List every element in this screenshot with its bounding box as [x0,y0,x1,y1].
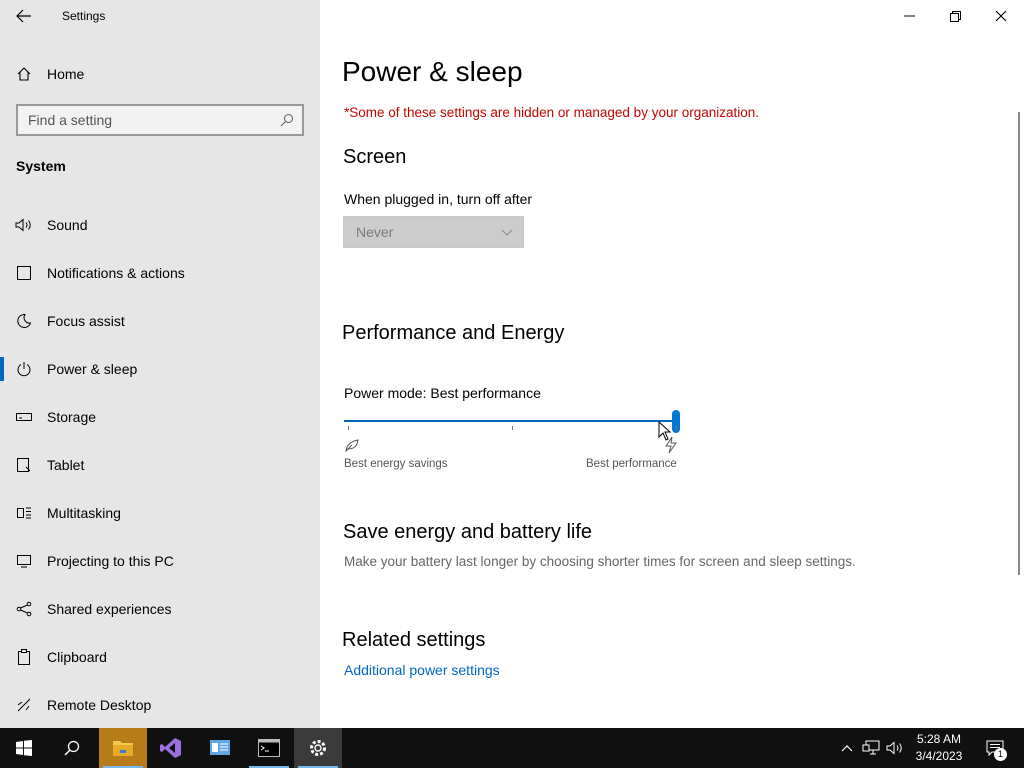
notification-badge: 1 [994,748,1007,761]
slider-tick [512,426,513,430]
sidebar-item-label: Remote Desktop [47,697,152,713]
command-prompt-icon [258,739,280,757]
org-managed-note: *Some of these settings are hidden or ma… [344,105,760,120]
sidebar-item-label: Multitasking [47,505,121,521]
sidebar-item-notifications[interactable]: Notifications & actions [0,249,320,297]
sidebar-item-label: Tablet [47,457,85,473]
multitasking-icon [0,505,47,521]
sidebar-item-label: Power & sleep [47,361,138,377]
sidebar-item-focus-assist[interactable]: Focus assist [0,297,320,345]
related-settings-heading: Related settings [342,629,486,651]
storage-icon [0,412,47,422]
projecting-icon [0,553,47,569]
plugged-in-label: When plugged in, turn off after [344,191,533,207]
notification-icon [0,265,47,281]
start-icon [16,740,32,756]
clock-time: 5:28 AM [916,732,962,746]
back-arrow-icon [16,9,31,23]
network-icon[interactable] [860,728,882,768]
leaf-icon [344,438,360,457]
sidebar-item-label: Projecting to this PC [47,553,174,569]
sidebar-item-label: Sound [47,217,88,233]
action-center-button[interactable]: 1 [980,728,1010,768]
power-icon [0,361,47,377]
sidebar-item-multitasking[interactable]: Multitasking [0,489,320,537]
clock-date: 3/4/2023 [915,749,963,763]
sidebar-item-label: Focus assist [47,313,125,329]
sidebar-item-storage[interactable]: Storage [0,393,320,441]
minimize-icon [903,15,915,17]
speaker-icon [0,218,47,232]
sidebar-item-clipboard[interactable]: Clipboard [0,633,320,681]
tray-chevron-up-icon[interactable] [838,728,856,768]
power-mode-label: Power mode: Best performance [344,385,541,401]
chevron-down-icon [491,229,523,236]
slider-track [344,420,672,422]
dropdown-value: Never [356,224,394,240]
search-input[interactable]: Find a setting [16,104,304,136]
close-button[interactable] [978,0,1024,32]
restore-icon [949,10,961,22]
sidebar-item-projecting[interactable]: Projecting to this PC [0,537,320,585]
page-title: Power & sleep [342,56,523,87]
sidebar-item-tablet[interactable]: Tablet [0,441,320,489]
search-icon [64,740,80,756]
sidebar-item-remote-desktop[interactable]: Remote Desktop [0,681,320,729]
sidebar-item-home[interactable]: Home [0,56,320,92]
moon-icon [0,313,47,329]
home-icon [0,66,47,82]
file-explorer-button[interactable] [99,728,147,768]
sidebar-item-power-sleep[interactable]: Power & sleep [0,345,320,393]
screen-timeout-dropdown[interactable]: Never [343,216,524,248]
mouse-cursor-icon [658,421,672,441]
slider-tick [676,426,677,430]
scrollbar[interactable] [1018,112,1020,575]
additional-power-settings-link[interactable]: Additional power settings [344,662,500,678]
sidebar-item-label: Home [47,66,85,82]
start-button[interactable] [0,728,48,768]
sidebar-item-label: Notifications & actions [47,265,185,281]
performance-heading: Performance and Energy [342,322,565,344]
volume-icon[interactable] [884,728,906,768]
search-icon [272,113,302,127]
save-energy-description: Make your battery last longer by choosin… [344,554,856,569]
settings-button[interactable] [294,728,342,768]
command-prompt-button[interactable] [245,728,293,768]
save-energy-heading: Save energy and battery life [343,521,593,543]
sidebar-item-label: Shared experiences [47,601,172,617]
screen-heading: Screen [343,146,407,168]
sidebar-item-shared-experiences[interactable]: Shared experiences [0,585,320,633]
visual-studio-button[interactable] [147,728,195,768]
best-energy-savings-caption: Best energy savings [344,458,448,470]
shared-experiences-icon [0,601,47,617]
visual-studio-icon [160,738,181,758]
tablet-icon [0,457,47,473]
minimize-button[interactable] [886,0,932,32]
search-placeholder: Find a setting [28,112,113,128]
power-mode-slider[interactable] [344,410,680,434]
sidebar-nav: Sound Notifications & actions Focus assi… [0,201,320,729]
sidebar: Settings Home Find a setting System Soun… [0,0,320,728]
file-explorer-icon [113,741,133,756]
settings-icon [310,740,326,756]
back-button[interactable] [0,0,48,32]
close-icon [995,10,1007,22]
app-title: Settings [62,9,106,23]
sidebar-item-label: Storage [47,409,97,425]
taskbar-clock[interactable]: 5:28 AM 3/4/2023 [910,731,968,765]
server-manager-icon [210,740,230,755]
section-heading: System [16,158,66,174]
slider-tick [348,426,349,430]
remote-desktop-icon [0,697,47,713]
sidebar-item-label: Clipboard [47,649,107,665]
restore-button[interactable] [932,0,978,32]
taskbar: 5:28 AM 3/4/2023 1 [0,728,1024,768]
sidebar-item-sound[interactable]: Sound [0,201,320,249]
server-manager-button[interactable] [196,728,244,768]
clipboard-icon [0,649,47,665]
best-performance-caption: Best performance [586,458,677,470]
search-button[interactable] [48,728,96,768]
